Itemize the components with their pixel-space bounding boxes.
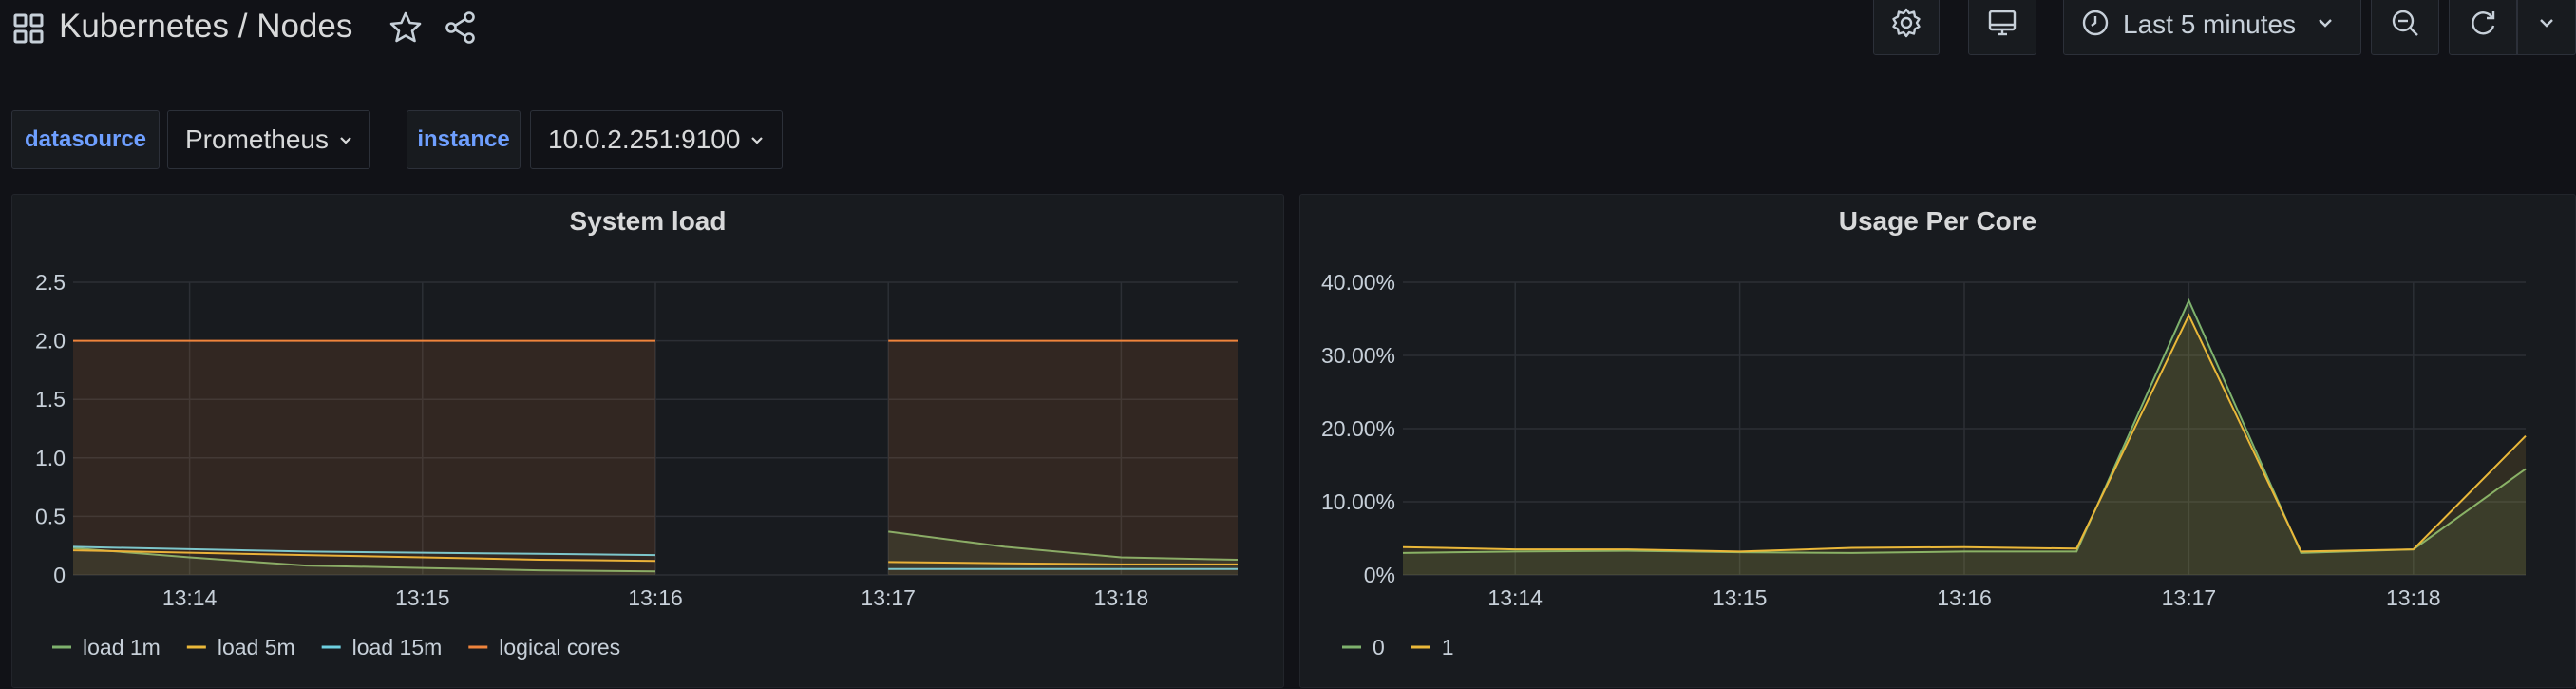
usage-per-core-chart[interactable]: 0% 10.00% 20.00% 30.00% 40.00% 13:14 13:15 13:1…	[1300, 195, 2576, 689]
usage-per-core-panel[interactable]: Usage Per Core 0% 10.00% 20.00% 30.00% 40.00…	[1299, 194, 2576, 688]
legend-item[interactable]: load 5m	[218, 635, 295, 660]
dashboard-title[interactable]: Kubernetes / Nodes	[59, 6, 352, 48]
legend-item[interactable]: 0	[1373, 635, 1385, 660]
y-tick-label: 0	[53, 563, 66, 587]
x-tick-label: 13:18	[2386, 585, 2441, 610]
x-tick-label: 13:15	[1713, 585, 1768, 610]
legend-item[interactable]: 1	[1442, 635, 1454, 660]
cycle-view-mode-button[interactable]	[1968, 0, 2036, 55]
chevron-down-icon	[2536, 12, 2557, 38]
x-tick-label: 13:17	[861, 585, 916, 610]
y-tick-label: 20.00%	[1321, 416, 1395, 441]
series-area-logical-cores	[888, 340, 1238, 575]
datasource-value: Prometheus	[185, 124, 329, 154]
dashboards-grid-icon[interactable]	[13, 13, 44, 44]
x-tick-label: 13:17	[2162, 585, 2217, 610]
chevron-down-icon	[338, 124, 353, 155]
x-tick-label: 13:15	[395, 585, 450, 610]
clock-icon	[2081, 9, 2110, 42]
datasource-variable-label: datasource	[11, 110, 160, 169]
y-tick-label: 1.0	[35, 446, 66, 470]
x-tick-label: 13:16	[628, 585, 683, 610]
y-tick-label: 2.5	[35, 270, 66, 295]
legend-item[interactable]: load 15m	[352, 635, 443, 660]
y-tick-label: 1.5	[35, 387, 66, 411]
chevron-down-icon	[749, 124, 765, 155]
system-load-chart[interactable]: 0 0.5 1.0 1.5 2.0 2.5 13:14 13:15 13:16 13:17 13:1…	[12, 195, 1285, 689]
x-tick-label: 13:14	[162, 585, 218, 610]
y-tick-label: 40.00%	[1321, 270, 1395, 295]
refresh-interval-dropdown[interactable]	[2517, 0, 2576, 55]
x-tick-label: 13:18	[1094, 585, 1149, 610]
datasource-select[interactable]: Prometheus	[167, 110, 370, 169]
star-icon[interactable]	[388, 10, 424, 46]
instance-variable-label: instance	[407, 110, 521, 169]
x-tick-label: 13:14	[1487, 585, 1543, 610]
series-area-logical-cores	[73, 340, 655, 575]
legend-item[interactable]: logical cores	[499, 635, 620, 660]
refresh-button[interactable]	[2449, 0, 2517, 55]
legend-item[interactable]: load 1m	[83, 635, 161, 660]
instance-value: 10.0.2.251:9100	[548, 124, 741, 154]
monitor-icon	[1986, 7, 2018, 44]
share-icon[interactable]	[443, 10, 479, 46]
instance-select[interactable]: 10.0.2.251:9100	[530, 110, 783, 169]
y-tick-label: 10.00%	[1321, 489, 1395, 514]
refresh-icon	[2467, 7, 2499, 44]
y-tick-label: 2.0	[35, 329, 66, 354]
time-range-label: Last 5 minutes	[2123, 10, 2297, 39]
y-tick-label: 0%	[1364, 563, 1395, 587]
chevron-down-icon	[2315, 12, 2336, 38]
gear-icon	[1890, 7, 1923, 44]
zoom-out-button[interactable]	[2371, 0, 2439, 55]
time-range-picker[interactable]: Last 5 minutes	[2063, 0, 2361, 55]
y-tick-label: 0.5	[35, 504, 66, 528]
zoom-out-icon	[2389, 7, 2421, 44]
system-load-panel[interactable]: System load 0 0.5 1.0 1.5 2.0 2.5 13:14 13:15 13…	[11, 194, 1284, 688]
dashboard-settings-button[interactable]	[1873, 0, 1940, 55]
y-tick-label: 30.00%	[1321, 343, 1395, 368]
x-tick-label: 13:16	[1937, 585, 1992, 610]
